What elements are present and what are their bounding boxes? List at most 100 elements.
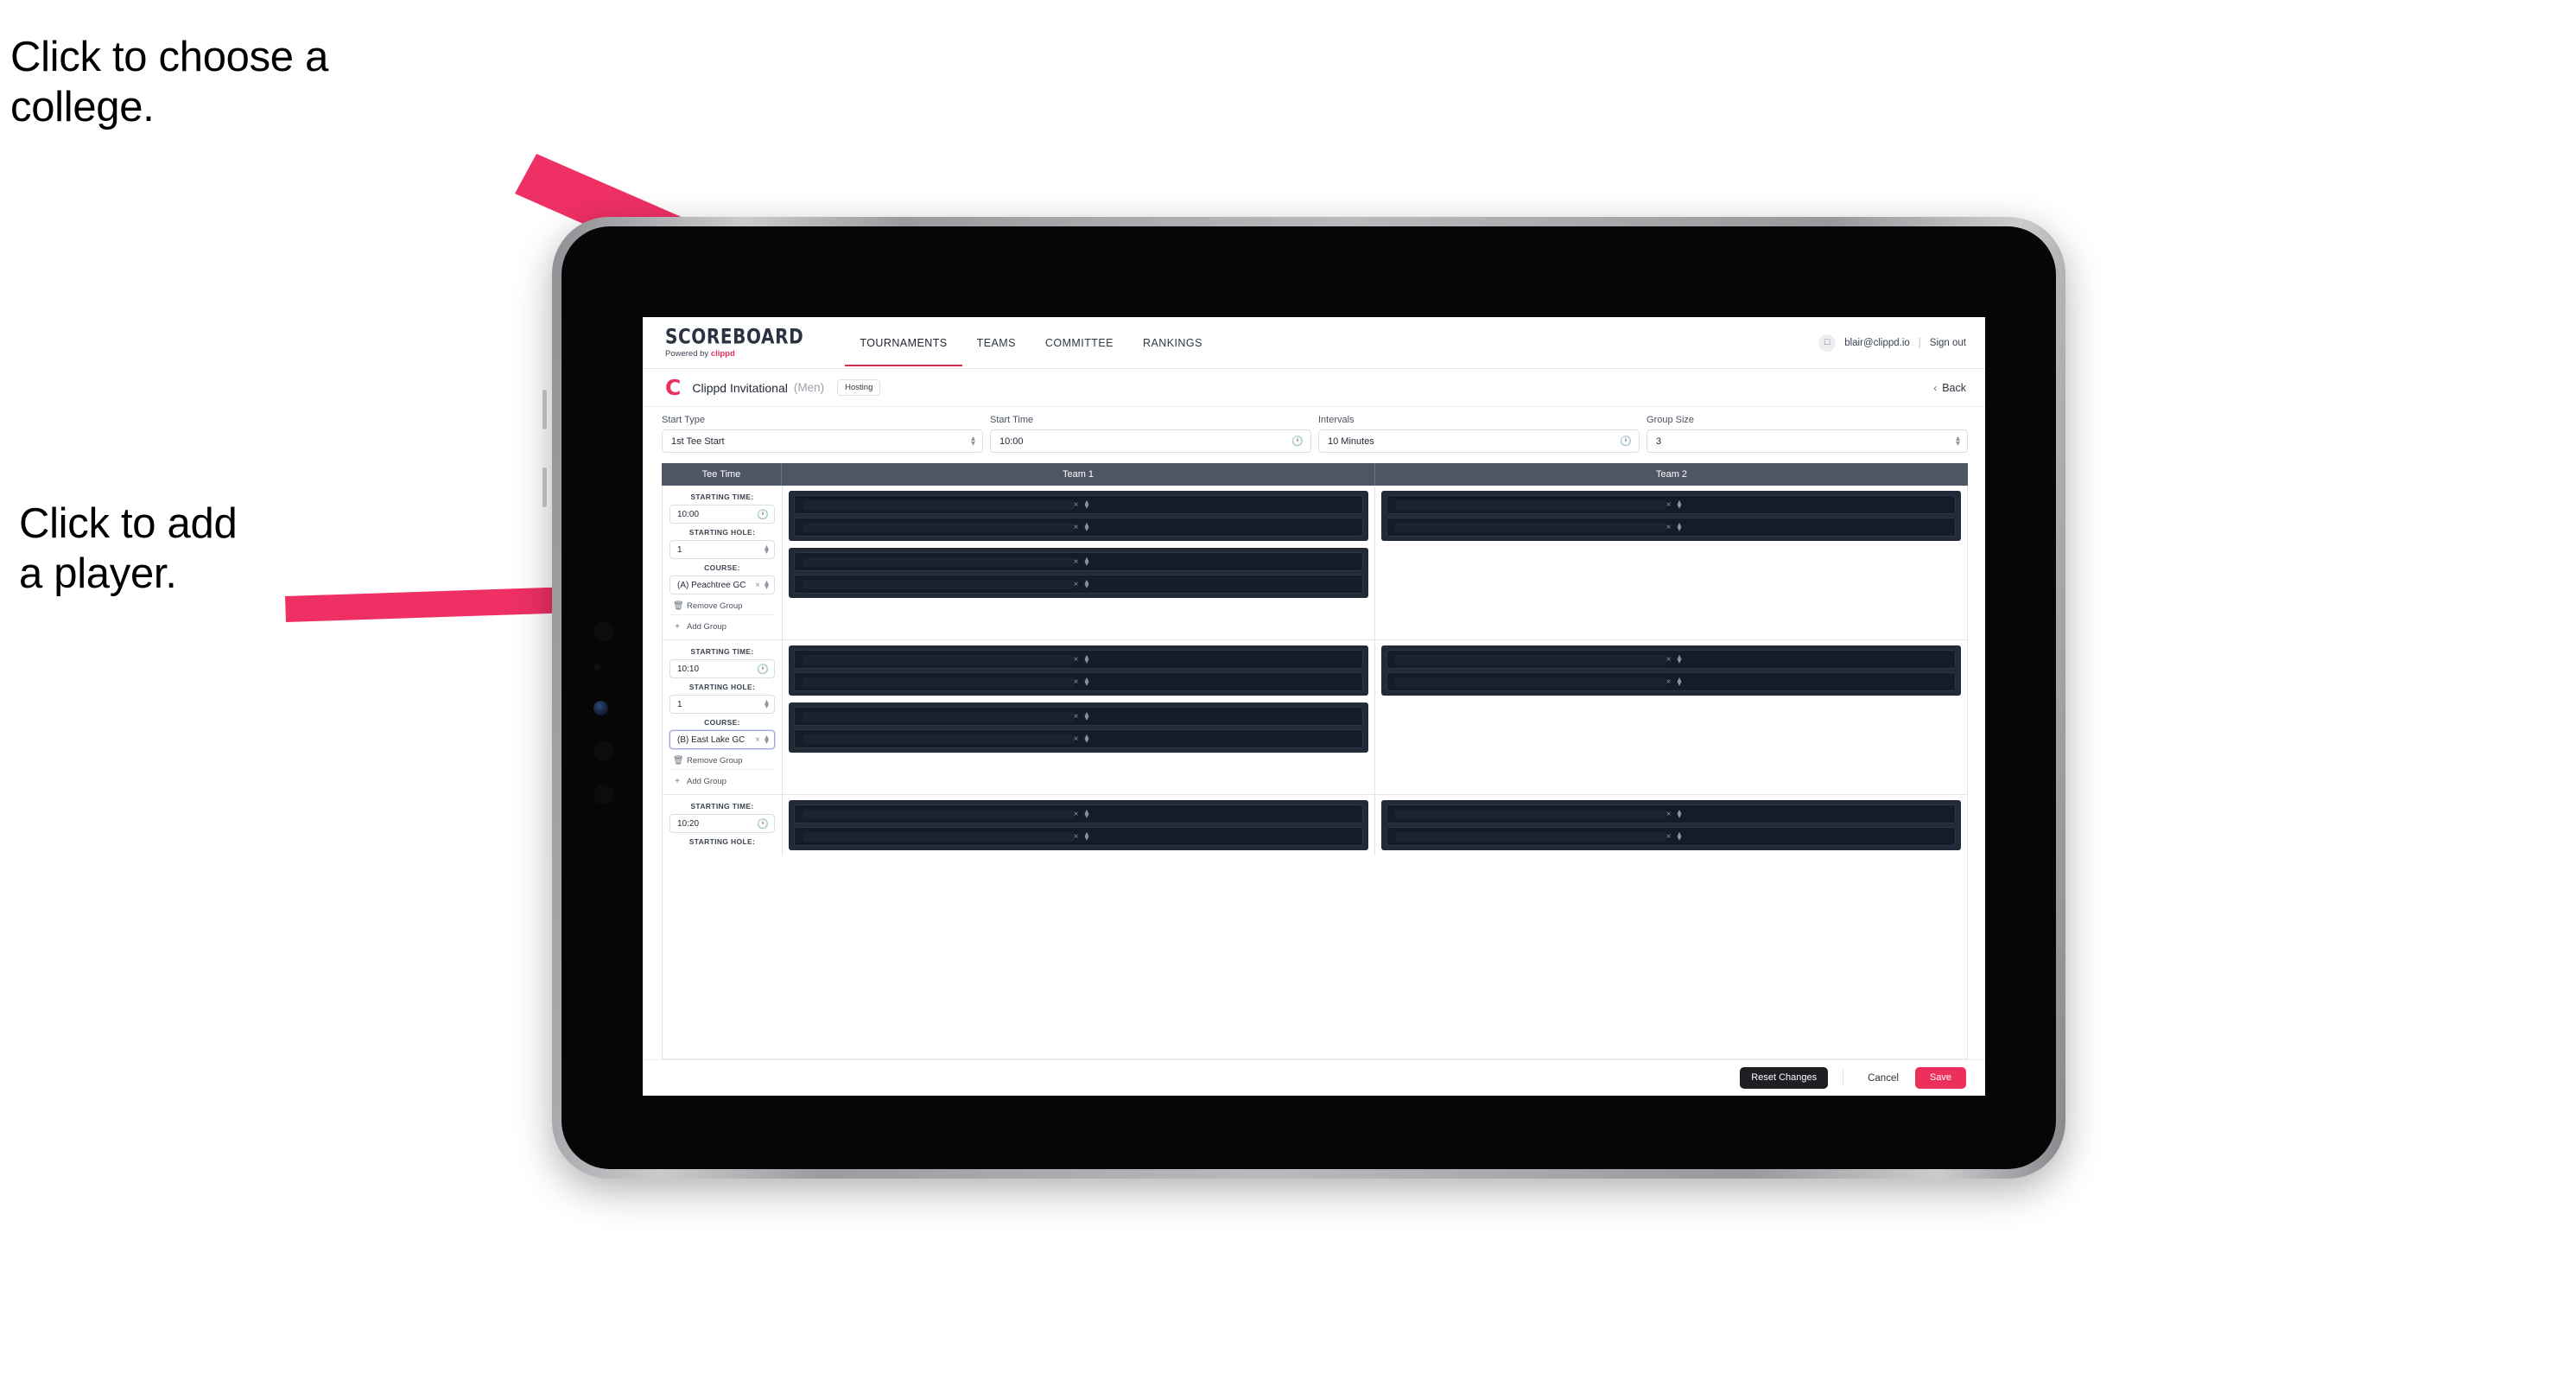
starting-time-input[interactable]: 10:10 🕐 bbox=[669, 659, 775, 678]
clear-icon[interactable]: × bbox=[1074, 557, 1079, 567]
clock-icon[interactable]: 🕐 bbox=[757, 509, 769, 520]
player-group: × ▴ ▾ × ▴ ▾ bbox=[1381, 645, 1961, 696]
clear-icon[interactable]: × bbox=[1074, 832, 1079, 842]
cancel-button[interactable]: Cancel bbox=[1858, 1067, 1908, 1090]
user-avatar-icon[interactable]: ☐ bbox=[1818, 334, 1837, 352]
starting-time-input[interactable]: 10:20 🕐 bbox=[669, 814, 775, 833]
nav-tab-rankings[interactable]: RANKINGS bbox=[1128, 319, 1217, 366]
starting-time-input[interactable]: 10:00 🕐 bbox=[669, 505, 775, 524]
player-select-row[interactable]: × ▴ ▾ bbox=[1386, 827, 1956, 846]
clear-icon[interactable]: × bbox=[1074, 712, 1079, 722]
player-select-row[interactable]: × ▴ ▾ bbox=[794, 575, 1363, 594]
player-select-row[interactable]: × ▴ ▾ bbox=[794, 804, 1363, 823]
reset-changes-button[interactable]: Reset Changes bbox=[1740, 1067, 1829, 1089]
clear-icon[interactable]: × bbox=[1666, 500, 1672, 510]
save-button[interactable]: Save bbox=[1914, 1067, 1966, 1089]
player-select-row[interactable]: × ▴ ▾ bbox=[794, 672, 1363, 691]
updown-stepper-icon[interactable]: ▴ ▾ bbox=[1677, 652, 1681, 666]
course-select[interactable]: (B) East Lake GC × ▴ ▾ bbox=[669, 730, 775, 749]
updown-stepper-icon[interactable]: ▴ ▾ bbox=[1084, 555, 1088, 569]
clear-icon[interactable]: × bbox=[1074, 523, 1079, 532]
player-select-row[interactable]: × ▴ ▾ bbox=[1386, 495, 1956, 514]
team-2-cell: × ▴ ▾ × ▴ ▾ bbox=[1375, 486, 1967, 639]
updown-stepper-icon[interactable]: ▴ ▾ bbox=[1084, 498, 1088, 512]
player-select-row[interactable]: × ▴ ▾ bbox=[1386, 672, 1956, 691]
clear-icon[interactable]: × bbox=[1074, 655, 1079, 664]
course-select[interactable]: (A) Peachtree GC × ▴ ▾ bbox=[669, 575, 775, 594]
player-name-value bbox=[1395, 654, 1666, 664]
player-select-row[interactable]: × ▴ ▾ bbox=[794, 518, 1363, 537]
updown-stepper-icon[interactable]: ▴ ▾ bbox=[1084, 807, 1088, 821]
nav-tab-committee[interactable]: COMMITTEE bbox=[1031, 319, 1128, 366]
clear-icon[interactable]: × bbox=[1074, 580, 1079, 589]
clock-icon[interactable]: 🕐 bbox=[757, 818, 769, 830]
updown-stepper-icon[interactable]: ▴ ▾ bbox=[1956, 435, 1960, 448]
updown-stepper-icon[interactable]: ▴ ▾ bbox=[765, 697, 769, 711]
label-starting-time: STARTING TIME: bbox=[690, 647, 754, 656]
player-select-row[interactable]: × ▴ ▾ bbox=[794, 552, 1363, 571]
add-group-button[interactable]: + Add Group bbox=[669, 619, 775, 635]
clear-icon[interactable]: × bbox=[1074, 677, 1079, 687]
updown-stepper-icon[interactable]: ▴ ▾ bbox=[1084, 709, 1088, 723]
nav-tab-tournaments[interactable]: TOURNAMENTS bbox=[845, 319, 962, 366]
label-starting-time: STARTING TIME: bbox=[690, 802, 754, 811]
start-time-input[interactable]: 10:00 🕐 bbox=[990, 429, 1311, 453]
scoreboard-logo[interactable]: SCOREBOARD Powered by clippd bbox=[665, 326, 803, 359]
start-type-select[interactable]: 1st Tee Start ▴ ▾ bbox=[662, 429, 983, 453]
field-label-start-time: Start Time bbox=[990, 415, 1034, 425]
group-size-select[interactable]: 3 ▴ ▾ bbox=[1646, 429, 1968, 453]
clear-icon[interactable]: × bbox=[1666, 832, 1672, 842]
updown-stepper-icon[interactable]: ▴ ▾ bbox=[1677, 520, 1681, 534]
back-button[interactable]: ‹ Back bbox=[1933, 382, 1966, 394]
updown-stepper-icon[interactable]: ▴ ▾ bbox=[765, 578, 769, 592]
player-select-row[interactable]: × ▴ ▾ bbox=[794, 729, 1363, 748]
remove-group-button[interactable]: 🗑 Remove Group bbox=[669, 598, 775, 615]
updown-stepper-icon[interactable]: ▴ ▾ bbox=[1084, 675, 1088, 689]
updown-stepper-icon[interactable]: ▴ ▾ bbox=[971, 435, 975, 448]
clock-icon[interactable]: 🕐 bbox=[1620, 436, 1632, 447]
updown-stepper-icon[interactable]: ▴ ▾ bbox=[765, 733, 769, 747]
starting-hole-input[interactable]: 1 ▴ ▾ bbox=[669, 695, 775, 714]
player-select-row[interactable]: × ▴ ▾ bbox=[1386, 518, 1956, 537]
updown-stepper-icon[interactable]: ▴ ▾ bbox=[1677, 498, 1681, 512]
updown-stepper-icon[interactable]: ▴ ▾ bbox=[1677, 807, 1681, 821]
clear-icon[interactable]: × bbox=[755, 735, 760, 745]
nav-tab-teams[interactable]: TEAMS bbox=[962, 319, 1031, 366]
remove-group-button[interactable]: 🗑 Remove Group bbox=[669, 753, 775, 770]
player-select-row[interactable]: × ▴ ▾ bbox=[794, 827, 1363, 846]
starting-hole-input[interactable]: 1 ▴ ▾ bbox=[669, 540, 775, 559]
back-button-label: Back bbox=[1942, 381, 1966, 394]
clock-icon[interactable]: 🕐 bbox=[1291, 436, 1304, 447]
add-group-button[interactable]: + Add Group bbox=[669, 773, 775, 790]
intervals-input[interactable]: 10 Minutes 🕐 bbox=[1318, 429, 1640, 453]
updown-stepper-icon[interactable]: ▴ ▾ bbox=[1677, 830, 1681, 843]
updown-stepper-icon[interactable]: ▴ ▾ bbox=[1084, 830, 1088, 843]
clear-icon[interactable]: × bbox=[1074, 500, 1079, 510]
annotation-choose-college: Click to choose a college. bbox=[10, 34, 329, 130]
clear-icon[interactable]: × bbox=[1666, 655, 1672, 664]
updown-stepper-icon[interactable]: ▴ ▾ bbox=[1084, 732, 1088, 746]
clear-icon[interactable]: × bbox=[755, 581, 760, 590]
updown-stepper-icon[interactable]: ▴ ▾ bbox=[1084, 652, 1088, 666]
clock-icon[interactable]: 🕐 bbox=[757, 664, 769, 675]
clear-icon[interactable]: × bbox=[1666, 523, 1672, 532]
column-header-team-1: Team 1 bbox=[782, 463, 1375, 486]
team-2-cell: × ▴ ▾ × ▴ ▾ bbox=[1375, 795, 1967, 855]
updown-stepper-icon[interactable]: ▴ ▾ bbox=[1084, 577, 1088, 591]
updown-stepper-icon[interactable]: ▴ ▾ bbox=[1677, 675, 1681, 689]
sign-out-link[interactable]: Sign out bbox=[1930, 338, 1966, 348]
player-select-row[interactable]: × ▴ ▾ bbox=[1386, 804, 1956, 823]
player-select-row[interactable]: × ▴ ▾ bbox=[794, 495, 1363, 514]
player-select-row[interactable]: × ▴ ▾ bbox=[794, 650, 1363, 669]
clear-icon[interactable]: × bbox=[1666, 810, 1672, 819]
player-select-row[interactable]: × ▴ ▾ bbox=[1386, 650, 1956, 669]
tee-sheet-table-body[interactable]: STARTING TIME: 10:00 🕐 STARTING HOLE: 1 ▴ ▾ COU… bbox=[662, 486, 1968, 1059]
clear-icon[interactable]: × bbox=[1666, 677, 1672, 687]
add-group-button-label: Add Group bbox=[687, 622, 726, 632]
clear-icon[interactable]: × bbox=[1074, 810, 1079, 819]
player-name-value bbox=[803, 499, 1074, 510]
updown-stepper-icon[interactable]: ▴ ▾ bbox=[765, 543, 769, 556]
updown-stepper-icon[interactable]: ▴ ▾ bbox=[1084, 520, 1088, 534]
player-select-row[interactable]: × ▴ ▾ bbox=[794, 707, 1363, 726]
clear-icon[interactable]: × bbox=[1074, 734, 1079, 744]
